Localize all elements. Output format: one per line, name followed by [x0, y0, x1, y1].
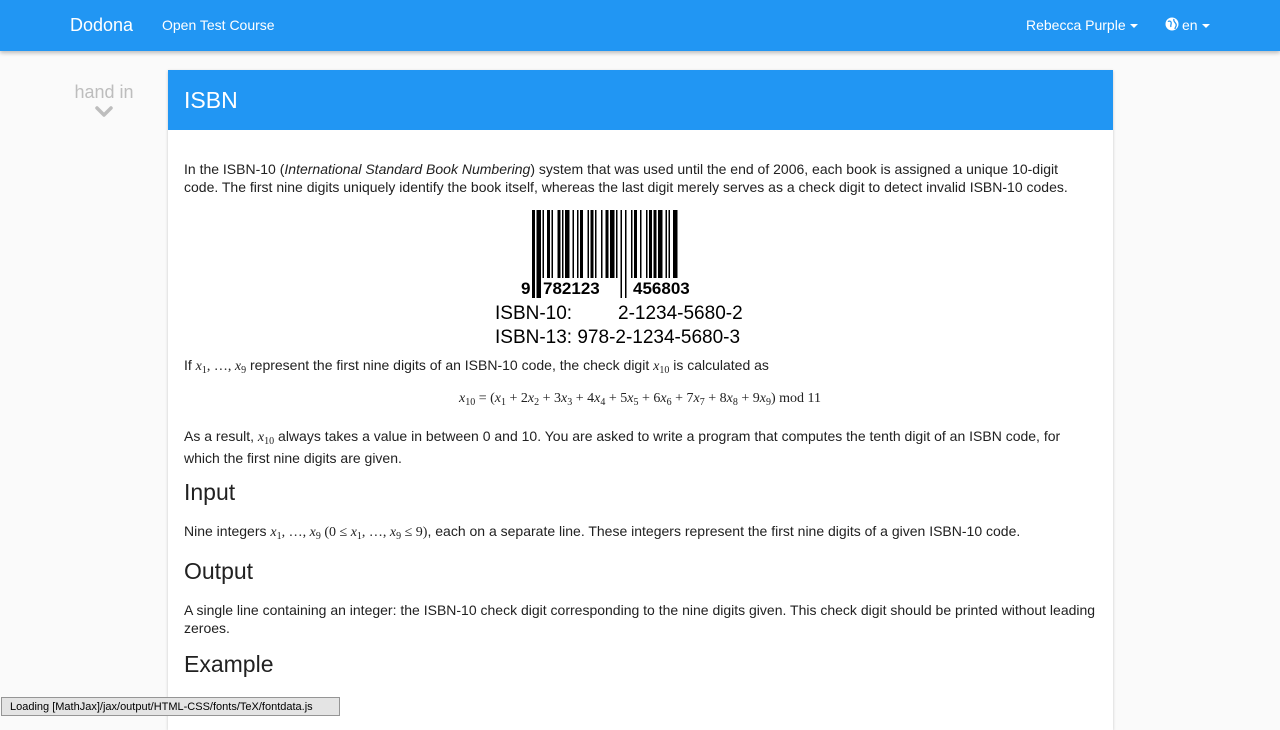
barcode-bar — [646, 210, 648, 278]
input-paragraph: Nine integers x1, …, x9 (0 ≤ x1, …, x9 ≤… — [184, 522, 1096, 542]
math-x1-x9: x1, …, x9 — [195, 359, 247, 376]
barcode-bar — [590, 210, 594, 278]
language-label: en — [1182, 17, 1198, 33]
intro-paragraph: In the ISBN-10 (International Standard B… — [184, 160, 1096, 196]
isbn-barcode-image: 9 782123 456803 ISBN-10: 2-1234-5680-2 I… — [494, 210, 756, 348]
barcode-bar — [565, 210, 570, 278]
barcode-bar — [668, 210, 670, 278]
barcode-bar — [562, 210, 564, 278]
output-text: A single line containing an integer: the… — [184, 602, 1096, 636]
barcode-bar — [649, 210, 652, 278]
formula-mod: mod 11 — [779, 391, 822, 406]
course-link[interactable]: Open Test Course — [162, 17, 275, 33]
input-section: Input — [184, 479, 1096, 505]
barcode-bar — [634, 210, 637, 278]
barcode-bar — [631, 210, 633, 278]
barcode-bar — [547, 210, 550, 278]
brand-link[interactable]: Dodona — [70, 15, 133, 36]
user-menu[interactable]: Rebecca Purple — [1026, 17, 1138, 33]
barcode-bar — [625, 210, 627, 298]
exercise-title: ISBN — [184, 87, 238, 113]
check-digit-formula: x10 = (x1 + 2x2 + 3x3 + 4x4 + 5x5 + 6x6 … — [458, 391, 822, 408]
barcode-bar — [595, 210, 597, 278]
barcode-bar — [616, 210, 618, 278]
barcode-bar — [536, 210, 541, 298]
check-text-3: is calculated as — [669, 357, 769, 373]
math-x10-result: x10 — [257, 430, 275, 447]
barcode-bar — [587, 210, 589, 278]
barcode-isbn13-line: ISBN-13: 978-2-1234-5680-3 — [495, 327, 740, 346]
barcode-bar — [658, 210, 663, 278]
barcode-bar — [557, 210, 561, 278]
barcode-bar — [673, 210, 678, 278]
intro-text: In the ISBN-10 ( — [184, 161, 285, 177]
result-paragraph: As a result, x10 always takes a value in… — [184, 426, 1096, 469]
output-heading: Output — [184, 558, 254, 584]
barcode-bar — [542, 210, 544, 278]
output-section: Output — [184, 558, 1096, 584]
barcode-left-digit: 9 — [521, 279, 530, 298]
math-x10: x10 — [653, 359, 670, 376]
barcode-bar — [601, 210, 603, 278]
barcode-bar — [605, 210, 609, 278]
barcode-group-1: 782123 — [543, 279, 600, 298]
barcode-svg: 9 782123 456803 ISBN-10: 2-1234-5680-2 I… — [495, 210, 743, 348]
globe-icon — [1165, 17, 1179, 31]
barcode-bar — [572, 210, 574, 278]
top-navbar: Dodona Open Test Course Rebecca Purple e… — [0, 0, 1280, 51]
barcode-bar — [640, 210, 642, 278]
user-name: Rebecca Purple — [1026, 17, 1126, 33]
barcode-bar — [532, 210, 535, 298]
exercise-description: In the ISBN-10 (International Standard B… — [184, 160, 1096, 196]
barcode-bar — [665, 210, 667, 278]
output-paragraph: A single line containing an integer: the… — [184, 601, 1096, 637]
input-heading: Input — [184, 479, 236, 505]
input-text-2: , each on a separate line. These integer… — [427, 523, 1021, 539]
hand-in-link[interactable]: hand in — [60, 82, 148, 118]
exercise-card: ISBN In the ISBN-10 (International Stand… — [168, 70, 1113, 730]
barcode-isbn10-value: 2-1234-5680-2 — [618, 303, 743, 324]
math-input-range: x1, …, x9 (0 ≤ x1, …, x9 ≤ 9) — [270, 525, 428, 542]
barcode-bar — [653, 210, 657, 278]
result-text-2: always takes a value in between 0 and 10… — [184, 428, 1061, 466]
input-text-1: Nine integers — [184, 523, 271, 539]
caret-down-icon — [1129, 24, 1138, 29]
check-text-2: represent the first nine digits of an IS… — [246, 357, 654, 373]
card-header: ISBN — [168, 70, 1113, 130]
language-menu[interactable]: en — [1165, 17, 1210, 33]
barcode-bar — [580, 210, 583, 278]
barcode-group-2: 456803 — [633, 279, 690, 298]
example-heading: Example — [184, 651, 274, 677]
barcode-bar — [577, 210, 579, 278]
barcode-bar — [620, 210, 622, 298]
caret-down-icon — [1201, 24, 1210, 29]
barcode-bar — [551, 210, 553, 278]
mathjax-loading-status: Loading [MathJax]/jax/output/HTML-CSS/fo… — [1, 697, 340, 716]
check-text-1: If — [184, 357, 196, 373]
check-digit-paragraph: If x1, …, x9 represent the first nine di… — [184, 356, 1096, 376]
intro-italic: International Standard Book Numbering — [284, 161, 531, 177]
result-text-1: As a result, — [184, 428, 258, 444]
barcode-bar — [610, 210, 615, 278]
barcode-isbn10-label: ISBN-10: — [495, 303, 572, 324]
chevron-down-icon — [95, 106, 113, 117]
example-section: Example — [184, 651, 1096, 677]
hand-in-label: hand in — [74, 82, 134, 102]
